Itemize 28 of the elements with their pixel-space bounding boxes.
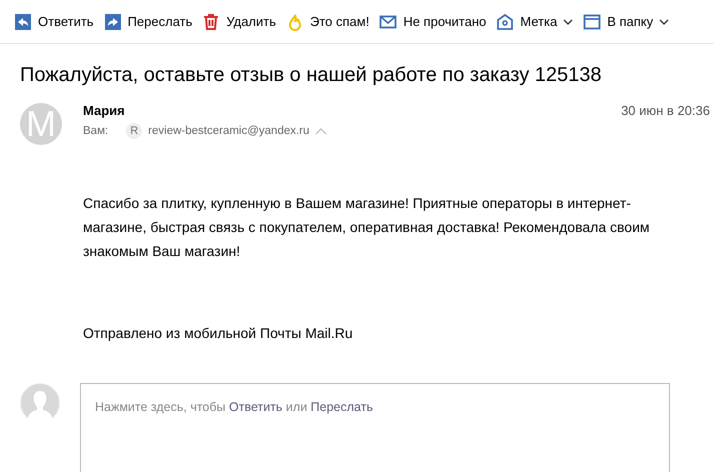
to-label: Вам:: [83, 125, 108, 137]
recipient-avatar: R: [126, 123, 142, 139]
user-avatar: [20, 383, 60, 423]
email-subject: Пожалуйста, оставьте отзыв о нашей работе по заказу 125138: [20, 63, 603, 88]
email-date: 30 июн в 20:36: [621, 103, 710, 119]
sender-name: Мария: [83, 103, 125, 119]
toolbar-button[interactable]: Ответить: [10, 6, 98, 38]
toolbar-button[interactable]: Это спам!: [282, 6, 374, 38]
chevron-up-icon[interactable]: [315, 128, 328, 134]
caret-icon: [659, 18, 670, 24]
reply-field[interactable]: Нажмите здесь, чтобы Ответить или Переслать: [80, 383, 670, 472]
toolbar-button[interactable]: Удалить: [198, 6, 280, 38]
recipient-address[interactable]: review-bestceramic@yandex.ru: [148, 125, 310, 137]
reply-link[interactable]: Ответить: [229, 400, 282, 414]
trash-icon: [202, 12, 220, 30]
caret-icon: [563, 18, 574, 24]
reply-icon: [14, 12, 32, 30]
toolbar-button[interactable]: Переслать: [100, 6, 196, 38]
email-signature: Отправлено из мобильной Почты Mail.Ru: [83, 325, 354, 341]
toolbar-button[interactable]: Не прочитано: [375, 6, 490, 38]
toolbar-button[interactable]: В папку: [579, 6, 674, 38]
toolbar-button[interactable]: Метка: [492, 6, 578, 38]
reply-hint: Нажмите здесь, чтобы Ответить или Переслать: [95, 400, 373, 414]
forward-link[interactable]: Переслать: [310, 400, 373, 414]
envelope-icon: [379, 12, 398, 30]
email-body: Спасибо за плитку, купленную в Вашем магазине! Приятные операторы в интернет-магазине, быстрая связь с покупателем, оперативная доставка! Рекомендовала своим знакомым Ваш магазин!: [83, 194, 651, 261]
folder-icon: [583, 12, 602, 30]
forward-icon: [104, 12, 122, 30]
